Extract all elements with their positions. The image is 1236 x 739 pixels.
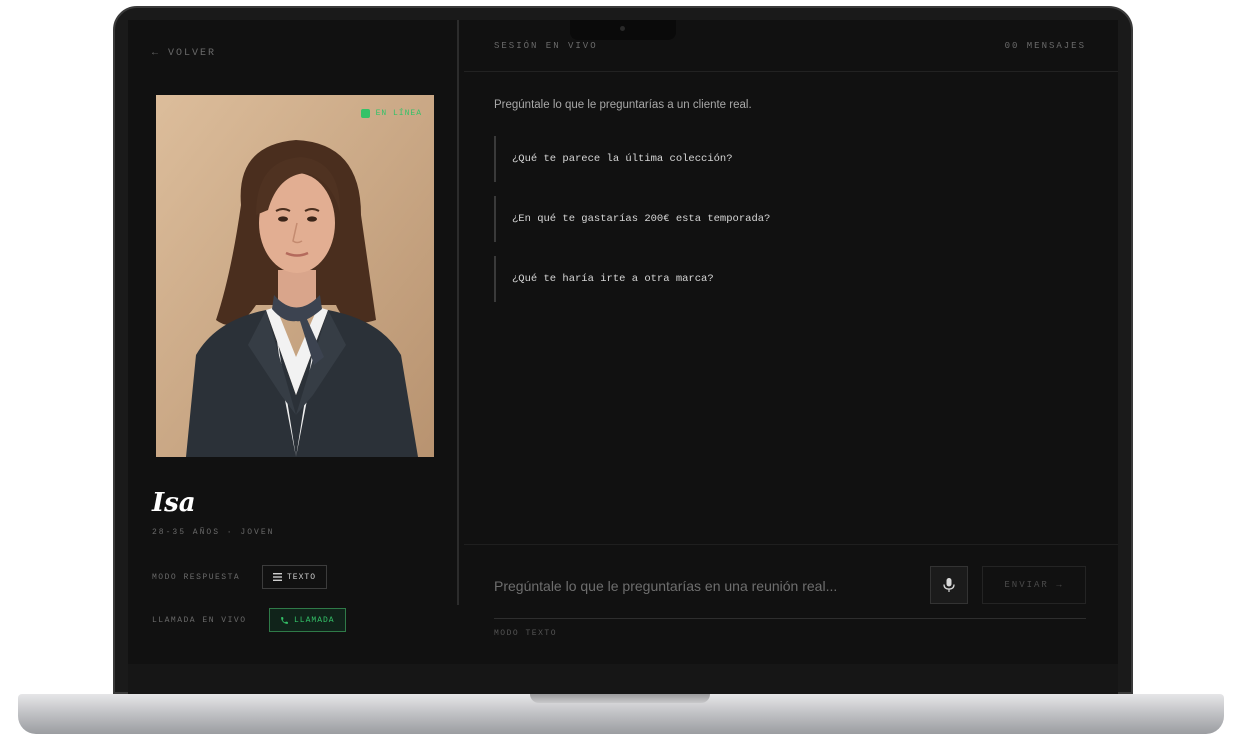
- persona-panel: ← VOLVER EN LÍNEA Isa 28-35 AÑOS · JOVEN…: [128, 20, 458, 664]
- message-input[interactable]: [494, 575, 894, 597]
- microphone-icon: [943, 578, 955, 592]
- status-dot-icon: [360, 109, 370, 118]
- camera-notch: [570, 20, 676, 40]
- session-title: SESIÓN EN VIVO: [494, 41, 598, 51]
- live-call-button[interactable]: LLAMADA: [269, 608, 346, 632]
- chat-intro: Pregúntale lo que le preguntarías a un c…: [494, 99, 752, 111]
- response-mode-text-button[interactable]: TEXTO: [262, 565, 328, 589]
- message-composer: ENVIAR → MODO TEXTO: [464, 544, 1118, 664]
- phone-icon: [281, 616, 288, 624]
- persona-meta: 28-35 AÑOS · JOVEN: [152, 528, 275, 537]
- persona-portrait: EN LÍNEA: [156, 95, 434, 457]
- laptop-base-notch: [530, 694, 710, 703]
- input-mode-label: MODO TEXTO: [494, 629, 558, 638]
- camera-icon: [620, 26, 625, 31]
- suggestion-item[interactable]: ¿Qué te haría irte a otra marca?: [494, 256, 1074, 302]
- chat-header: SESIÓN EN VIVO 00 MENSAJES: [464, 20, 1118, 72]
- live-call-value: LLAMADA: [294, 615, 335, 625]
- chat-panel: SESIÓN EN VIVO 00 MENSAJES Pregúntale lo…: [464, 20, 1118, 664]
- portrait-illustration: [156, 95, 434, 457]
- suggestion-item[interactable]: ¿En qué te gastarías 200€ esta temporada…: [494, 196, 1074, 242]
- online-status-label: EN LÍNEA: [375, 109, 422, 118]
- persona-name: Isa: [152, 488, 196, 518]
- composer-underline: [494, 618, 1086, 619]
- send-button[interactable]: ENVIAR →: [982, 566, 1086, 604]
- suggestion-item[interactable]: ¿Qué te parece la última colección?: [494, 136, 1074, 182]
- response-mode-label: MODO RESPUESTA: [152, 573, 241, 582]
- laptop-chin: [128, 664, 1118, 694]
- microphone-button[interactable]: [930, 566, 968, 604]
- text-lines-icon: [273, 573, 282, 581]
- app-screen: ← VOLVER EN LÍNEA Isa 28-35 AÑOS · JOVEN…: [128, 20, 1118, 664]
- panel-divider: [457, 20, 459, 605]
- response-mode-value: TEXTO: [287, 572, 317, 582]
- live-call-label: LLAMADA EN VIVO: [152, 616, 247, 625]
- back-button[interactable]: ← VOLVER: [152, 48, 216, 59]
- online-status: EN LÍNEA: [360, 109, 422, 118]
- message-count: 00 MENSAJES: [1004, 41, 1086, 51]
